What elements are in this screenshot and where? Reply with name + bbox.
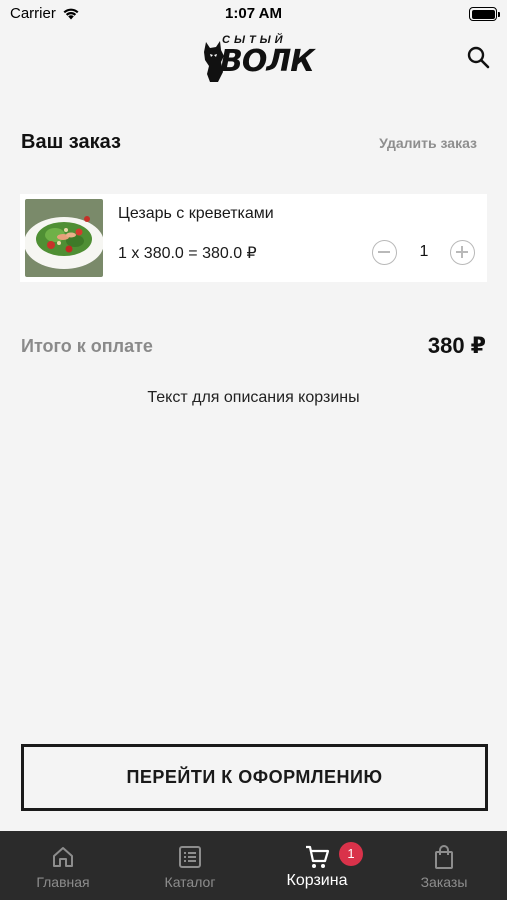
tab-cart[interactable]: Корзина	[254, 831, 380, 900]
brand-logo: СЫТЫЙ ВОЛК	[200, 32, 315, 86]
cart-item: Цезарь с креветками 1 x 380.0 = 380.0 ₽ …	[20, 194, 487, 282]
cart-count-badge: 1	[339, 842, 363, 866]
cart-icon	[306, 845, 330, 868]
item-photo	[25, 199, 103, 277]
item-name: Цезарь с креветками	[118, 205, 274, 222]
tab-orders-label: Заказы	[420, 874, 468, 890]
tab-bar: Главная Каталог Корзина Заказы	[0, 831, 507, 900]
item-quantity: 1	[419, 243, 429, 260]
app-header: СЫТЫЙ ВОЛК	[0, 28, 507, 88]
checkout-button[interactable]: ПЕРЕЙТИ К ОФОРМЛЕНИЮ	[21, 744, 488, 811]
increase-quantity-button[interactable]	[450, 240, 475, 265]
home-icon	[53, 847, 73, 867]
order-title: Ваш заказ	[21, 131, 121, 153]
tab-home-label: Главная	[36, 874, 90, 890]
search-icon	[467, 46, 490, 69]
tab-home[interactable]: Главная	[0, 831, 126, 900]
decrease-quantity-button[interactable]	[372, 240, 397, 265]
bag-icon	[435, 845, 453, 869]
item-price-line: 1 x 380.0 = 380.0 ₽	[118, 245, 257, 262]
total-label: Итого к оплате	[21, 336, 153, 356]
status-time: 1:07 AM	[225, 5, 282, 22]
search-button[interactable]	[465, 44, 491, 70]
catalog-icon	[179, 846, 201, 868]
cart-description: Текст для описания корзины	[147, 389, 360, 406]
logo-big-text: ВОЛК	[220, 44, 315, 79]
battery-icon	[469, 7, 500, 21]
tab-catalog[interactable]: Каталог	[127, 831, 253, 900]
tab-cart-label: Корзина	[286, 872, 348, 889]
total-value: 380 ₽	[427, 333, 486, 358]
status-bar: Carrier 1:07 AM	[0, 0, 507, 28]
tab-catalog-label: Каталог	[164, 874, 216, 890]
tab-orders[interactable]: Заказы	[381, 831, 507, 900]
delete-order-button[interactable]: Удалить заказ	[379, 135, 477, 151]
